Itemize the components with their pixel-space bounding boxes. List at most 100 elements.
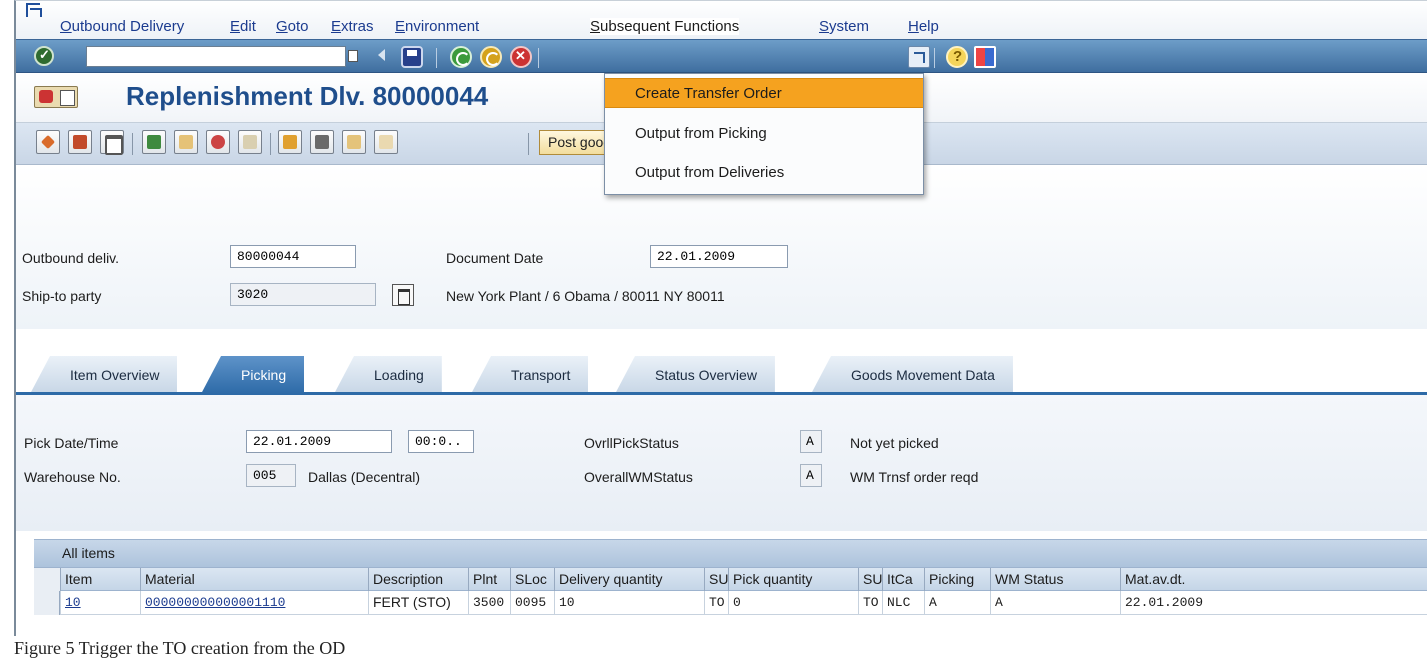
menu-goto[interactable]: Goto <box>276 18 309 35</box>
menu-edit[interactable]: Edit <box>230 18 256 35</box>
menu-help[interactable]: Help <box>908 18 939 35</box>
pick-date-field[interactable]: 22.01.2009 <box>246 430 392 453</box>
overall-wm-status-label: OverallWMStatus <box>584 469 693 485</box>
toolbar-separator <box>132 133 133 155</box>
menu-output-from-deliveries[interactable]: Output from Deliveries <box>605 158 923 188</box>
table-row[interactable]: 10 000000000000001110 FERT (STO) 3500 00… <box>34 591 1427 615</box>
column-header[interactable]: Pick quantity <box>728 568 858 592</box>
toolbar-separator <box>538 48 539 68</box>
menu-outbound-delivery[interactable]: Outbound Delivery <box>60 18 184 35</box>
column-header[interactable]: SU <box>704 568 728 592</box>
display-change-icon[interactable] <box>68 130 92 154</box>
system-menu-icon[interactable] <box>26 3 42 17</box>
layout-icon[interactable] <box>974 46 996 68</box>
change-icon[interactable] <box>36 130 60 154</box>
tab-loading[interactable]: Loading <box>334 356 442 394</box>
column-header[interactable]: WM Status <box>990 568 1120 592</box>
overview-icon[interactable] <box>310 130 334 154</box>
picking-tab-content: Pick Date/Time 22.01.2009 00:0.. OvrllPi… <box>16 395 1427 531</box>
ovrl-pick-status-label: OvrllPickStatus <box>584 435 679 451</box>
document-date-field[interactable]: 22.01.2009 <box>650 245 788 268</box>
enter-icon[interactable] <box>34 46 54 66</box>
su-cell[interactable]: TO <box>858 591 882 615</box>
ship-to-field[interactable]: 3020 <box>230 283 376 306</box>
plant-cell[interactable]: 3500 <box>468 591 510 615</box>
item-cell[interactable]: 10 <box>60 591 140 615</box>
tab-status-overview[interactable]: Status Overview <box>615 356 775 394</box>
table-title-bar: All items <box>34 539 1427 567</box>
subsequent-functions-menu: Create Transfer Order Output from Pickin… <box>604 73 924 195</box>
toolbar-separator <box>436 48 437 68</box>
save-icon[interactable] <box>401 46 423 68</box>
header-details-icon[interactable] <box>142 130 166 154</box>
menu-bar: Outbound Delivery Edit Goto Extras Envir… <box>16 1 1427 39</box>
partners-icon[interactable] <box>206 130 230 154</box>
help-icon[interactable] <box>946 46 968 68</box>
column-header[interactable]: SLoc <box>510 568 554 592</box>
column-header[interactable]: SU <box>858 568 882 592</box>
command-input[interactable] <box>87 47 345 66</box>
back-icon[interactable] <box>450 46 472 68</box>
figure-caption: Figure 5 Trigger the TO creation from th… <box>14 638 346 658</box>
delete-icon[interactable] <box>100 130 124 155</box>
delivery-quantity-cell[interactable]: 10 <box>554 591 704 615</box>
create-shortcut-icon[interactable] <box>908 46 930 68</box>
column-header[interactable]: Delivery quantity <box>554 568 704 592</box>
toolbar-separator <box>270 133 271 155</box>
pick-quantity-cell[interactable]: 0 <box>728 591 858 615</box>
sap-window: Outbound Delivery Edit Goto Extras Envir… <box>14 0 1427 636</box>
menu-output-from-picking[interactable]: Output from Picking <box>605 119 923 149</box>
column-header[interactable]: Material <box>140 568 368 592</box>
ovrl-pick-status-field[interactable]: A <box>800 430 822 453</box>
page-title: Replenishment Dlv. 80000044 <box>126 81 489 111</box>
picking-status-cell[interactable]: A <box>924 591 990 615</box>
tab-goods-movement-data[interactable]: Goods Movement Data <box>811 356 1013 394</box>
column-header[interactable]: Plnt <box>468 568 510 592</box>
select-all-cell[interactable] <box>34 568 60 592</box>
document-date-label: Document Date <box>446 250 544 266</box>
menu-environment[interactable]: Environment <box>395 18 479 35</box>
command-dropdown-icon[interactable] <box>348 50 358 62</box>
document-flow-icon[interactable] <box>342 130 366 154</box>
texts-icon[interactable] <box>238 130 262 154</box>
outbound-deliv-label: Outbound deliv. <box>22 250 120 266</box>
object-services-icon[interactable] <box>34 86 78 108</box>
menu-extras[interactable]: Extras <box>331 18 374 35</box>
tab-item-overview[interactable]: Item Overview <box>30 356 178 394</box>
column-header[interactable]: ItCa <box>882 568 924 592</box>
mat-av-dt-cell[interactable]: 22.01.2009 <box>1120 591 1427 615</box>
warehouse-field[interactable]: 005 <box>246 464 296 487</box>
back-arrow-icon[interactable] <box>378 49 385 61</box>
column-header[interactable]: Mat.av.dt. <box>1120 568 1427 592</box>
partner-details-icon[interactable] <box>392 284 414 306</box>
status-overview-icon[interactable] <box>374 130 398 154</box>
toolbar-separator <box>934 48 935 68</box>
item-details-icon[interactable] <box>174 130 198 154</box>
column-header[interactable]: Item <box>60 568 140 592</box>
command-field[interactable] <box>86 46 346 67</box>
cancel-icon[interactable] <box>510 46 532 68</box>
pick-time-field[interactable]: 00:0.. <box>408 430 474 453</box>
column-header[interactable]: Picking <box>924 568 990 592</box>
menu-subsequent-functions[interactable]: Subsequent Functions <box>590 18 740 35</box>
tab-picking[interactable]: Picking <box>201 356 305 394</box>
table-header: Item Material Description Plnt SLoc Deli… <box>34 567 1427 592</box>
menu-system[interactable]: System <box>819 18 869 35</box>
sloc-cell[interactable]: 0095 <box>510 591 554 615</box>
menu-create-transfer-order[interactable]: Create Transfer Order <box>605 78 923 108</box>
wm-status-cell[interactable]: A <box>990 591 1120 615</box>
column-header[interactable]: Description <box>368 568 468 592</box>
toolbar-separator <box>528 133 529 155</box>
tab-strip: Item Overview Picking Loading Transport … <box>16 356 1427 394</box>
exit-icon[interactable] <box>480 46 502 68</box>
ovrl-pick-status-text: Not yet picked <box>850 435 939 451</box>
description-cell[interactable]: FERT (STO) <box>368 591 468 615</box>
tab-transport[interactable]: Transport <box>471 356 589 394</box>
material-cell[interactable]: 000000000000001110 <box>140 591 368 615</box>
row-selector[interactable] <box>34 591 60 615</box>
picking-icon[interactable] <box>278 130 302 154</box>
outbound-deliv-field[interactable]: 80000044 <box>230 245 356 268</box>
su-cell[interactable]: TO <box>704 591 728 615</box>
item-category-cell[interactable]: NLC <box>882 591 924 615</box>
overall-wm-status-field[interactable]: A <box>800 464 822 487</box>
